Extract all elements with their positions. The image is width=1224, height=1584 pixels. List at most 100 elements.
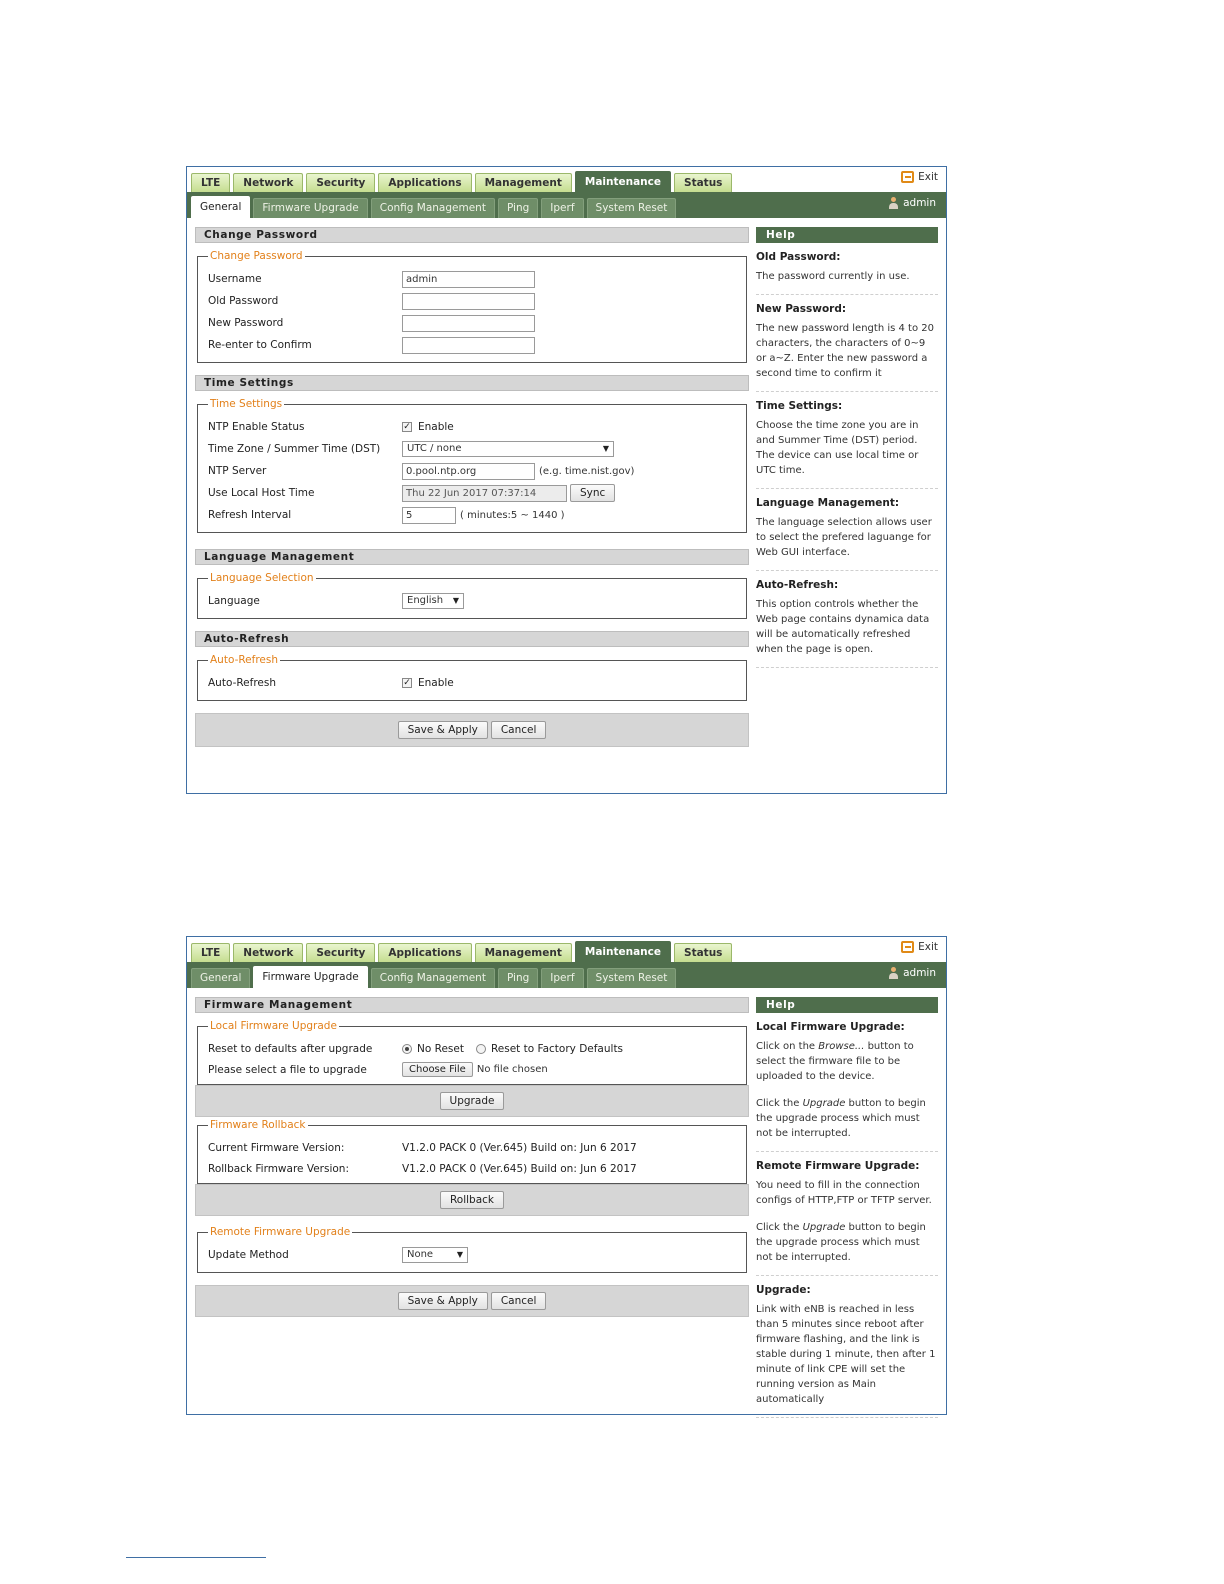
exit-icon bbox=[901, 171, 915, 183]
subtab-system-reset[interactable]: System Reset bbox=[586, 198, 677, 218]
main-tab-bar: LTE Network Security Applications Manage… bbox=[191, 941, 733, 963]
save-apply-button[interactable]: Save & Apply bbox=[397, 721, 488, 739]
select-file-label: Please select a file to upgrade bbox=[208, 1063, 367, 1076]
help-text: Click on the Browse... button to select … bbox=[756, 1041, 914, 1082]
sub-tab-bar: General Firmware Upgrade Config Manageme… bbox=[187, 192, 946, 218]
cancel-button[interactable]: Cancel bbox=[490, 721, 547, 739]
tab-status[interactable]: Status bbox=[674, 943, 733, 963]
help-item-remote-upgrade: Remote Firmware Upgrade: You need to fil… bbox=[756, 1152, 938, 1276]
tab-maintenance[interactable]: Maintenance bbox=[574, 171, 672, 193]
save-apply-button[interactable]: Save & Apply bbox=[397, 1292, 488, 1310]
subtab-iperf[interactable]: Iperf bbox=[541, 968, 584, 988]
remote-firmware-legend: Remote Firmware Upgrade bbox=[210, 1226, 351, 1238]
tab-lte[interactable]: LTE bbox=[191, 943, 231, 963]
factory-reset-radio[interactable] bbox=[475, 1043, 486, 1054]
new-password-label: New Password bbox=[208, 317, 284, 329]
user-indicator: admin bbox=[889, 197, 936, 209]
help-item-time-settings: Time Settings: Choose the time zone you … bbox=[756, 392, 938, 489]
subtab-config-management[interactable]: Config Management bbox=[370, 968, 495, 988]
help-text: Click the Upgrade button to begin the up… bbox=[756, 1098, 926, 1139]
help-item-auto-refresh: Auto-Refresh: This option controls wheth… bbox=[756, 571, 938, 668]
language-legend: Language Selection bbox=[210, 572, 314, 584]
local-time-label: Use Local Host Time bbox=[208, 487, 315, 499]
exit-link[interactable]: Exit bbox=[901, 171, 938, 183]
update-method-select[interactable]: None ▼ bbox=[402, 1247, 468, 1263]
update-method-label: Update Method bbox=[208, 1249, 289, 1261]
tab-security[interactable]: Security bbox=[306, 943, 376, 963]
username-input[interactable]: admin bbox=[402, 270, 535, 288]
upgrade-button[interactable]: Upgrade bbox=[439, 1092, 505, 1110]
tab-management[interactable]: Management bbox=[474, 173, 572, 193]
firmware-rollback-legend: Firmware Rollback bbox=[210, 1119, 306, 1131]
language-value: English bbox=[407, 595, 444, 606]
ntp-enable-checkbox[interactable]: ✓ bbox=[402, 422, 412, 432]
local-firmware-group: Local Firmware Upgrade Reset to defaults… bbox=[197, 1020, 747, 1085]
tab-management[interactable]: Management bbox=[474, 943, 572, 963]
subtab-ping[interactable]: Ping bbox=[497, 968, 539, 988]
tab-status[interactable]: Status bbox=[674, 173, 733, 193]
tab-network[interactable]: Network bbox=[233, 173, 304, 193]
firmware-upgrade-screenshot: LTE Network Security Applications Manage… bbox=[186, 936, 947, 1418]
rollback-firmware-value: V1.2.0 PACK 0 (Ver.645) Build on: Jun 6 … bbox=[402, 1162, 637, 1175]
exit-link[interactable]: Exit bbox=[901, 941, 938, 953]
help-text: Click the Upgrade button to begin the up… bbox=[756, 1222, 926, 1263]
chevron-down-icon: ▼ bbox=[452, 596, 459, 605]
ntp-server-hint: (e.g. time.nist.gov) bbox=[539, 465, 635, 477]
help-heading: Help bbox=[756, 997, 938, 1013]
subtab-system-reset[interactable]: System Reset bbox=[586, 968, 677, 988]
help-title: Auto-Refresh: bbox=[756, 579, 839, 591]
subtab-iperf[interactable]: Iperf bbox=[541, 198, 584, 218]
subtab-general[interactable]: General bbox=[191, 968, 251, 988]
new-password-input[interactable] bbox=[402, 314, 535, 332]
sub-tab-bar: General Firmware Upgrade Config Manageme… bbox=[187, 962, 946, 988]
no-reset-radio[interactable] bbox=[402, 1043, 412, 1054]
language-select[interactable]: English ▼ bbox=[402, 593, 464, 609]
help-title: Time Settings: bbox=[756, 400, 843, 412]
local-time-field: Thu 22 Jun 2017 07:37:14 bbox=[402, 484, 567, 502]
sync-button[interactable]: Sync bbox=[570, 484, 616, 502]
auto-refresh-enable-label: Enable bbox=[418, 677, 454, 689]
current-firmware-label: Current Firmware Version: bbox=[208, 1141, 345, 1154]
no-reset-label: No Reset bbox=[417, 1042, 464, 1055]
tab-applications[interactable]: Applications bbox=[378, 943, 472, 963]
help-heading: Help bbox=[756, 227, 938, 243]
chevron-down-icon: ▼ bbox=[456, 1250, 463, 1259]
user-label: admin bbox=[903, 967, 936, 979]
exit-icon bbox=[901, 941, 915, 953]
rollback-button[interactable]: Rollback bbox=[439, 1191, 505, 1209]
subtab-general[interactable]: General bbox=[191, 196, 251, 218]
confirm-password-input[interactable] bbox=[402, 336, 535, 354]
old-password-input[interactable] bbox=[402, 292, 535, 310]
ntp-server-input[interactable]: 0.pool.ntp.org bbox=[402, 462, 535, 480]
timezone-select[interactable]: UTC / none ▼ bbox=[402, 441, 614, 457]
help-item-old-password: Old Password: The password currently in … bbox=[756, 243, 938, 295]
help-item-new-password: New Password: The new password length is… bbox=[756, 295, 938, 392]
tab-security[interactable]: Security bbox=[306, 173, 376, 193]
help-title: Language Management: bbox=[756, 497, 900, 509]
refresh-interval-input[interactable]: 5 bbox=[402, 506, 456, 524]
chevron-down-icon: ▼ bbox=[602, 444, 609, 453]
subtab-firmware-upgrade[interactable]: Firmware Upgrade bbox=[253, 198, 368, 218]
general-action-bar: Save & Apply Cancel bbox=[195, 713, 749, 747]
tab-applications[interactable]: Applications bbox=[378, 173, 472, 193]
subtab-ping[interactable]: Ping bbox=[497, 198, 539, 218]
cancel-button[interactable]: Cancel bbox=[490, 1292, 547, 1310]
upgrade-action-bar: Upgrade bbox=[195, 1085, 749, 1117]
user-label: admin bbox=[903, 197, 936, 209]
tab-network[interactable]: Network bbox=[233, 943, 304, 963]
help-item-upgrade: Upgrade: Link with eNB is reached in les… bbox=[756, 1276, 938, 1418]
user-icon bbox=[889, 967, 899, 979]
exit-label: Exit bbox=[918, 171, 938, 183]
help-title: Upgrade: bbox=[756, 1284, 811, 1296]
exit-label: Exit bbox=[918, 941, 938, 953]
subtab-config-management[interactable]: Config Management bbox=[370, 198, 495, 218]
help-item-local-upgrade: Local Firmware Upgrade: Click on the Bro… bbox=[756, 1013, 938, 1152]
refresh-interval-label: Refresh Interval bbox=[208, 509, 292, 521]
subtab-firmware-upgrade[interactable]: Firmware Upgrade bbox=[253, 966, 368, 988]
tab-maintenance[interactable]: Maintenance bbox=[574, 941, 672, 963]
auto-refresh-legend: Auto-Refresh bbox=[210, 654, 279, 666]
choose-file-button[interactable]: Choose File bbox=[402, 1062, 473, 1077]
auto-refresh-checkbox[interactable]: ✓ bbox=[402, 678, 412, 688]
tab-lte[interactable]: LTE bbox=[191, 173, 231, 193]
reset-defaults-label: Reset to defaults after upgrade bbox=[208, 1042, 373, 1055]
